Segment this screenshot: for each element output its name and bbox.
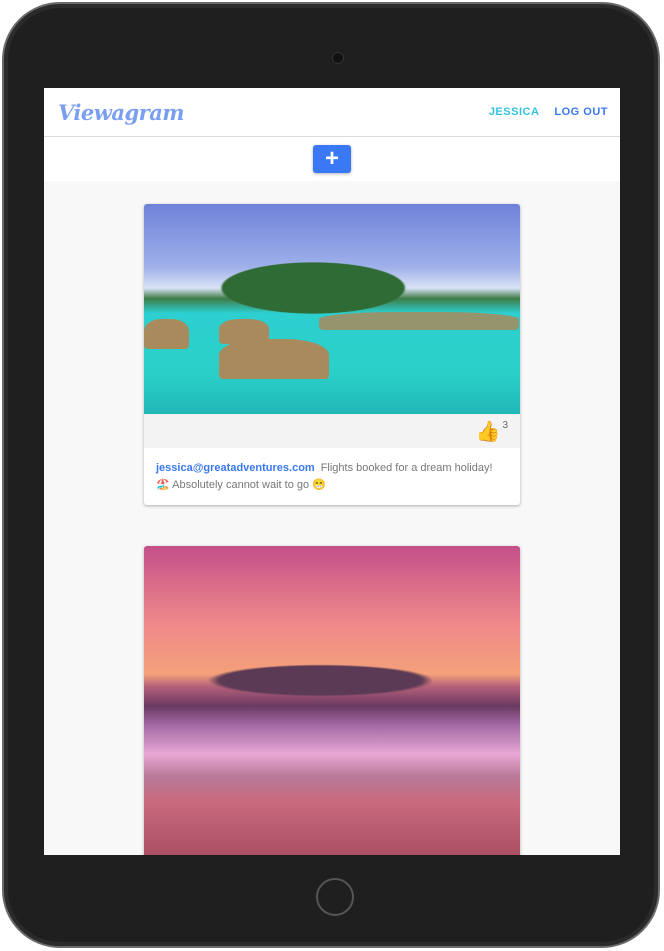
thumbs-up-icon[interactable]: 👍: [476, 419, 501, 444]
app-screen: Viewagram JESSICA LOG OUT + 👍 3 jessica@…: [44, 88, 620, 855]
bungalow: [144, 319, 189, 349]
like-count: 3: [502, 420, 508, 431]
post-image[interactable]: [144, 546, 520, 855]
plus-icon: +: [324, 145, 339, 172]
home-button[interactable]: [316, 878, 354, 916]
post-caption: jessica@greatadventures.com Flights booke…: [144, 448, 520, 505]
user-link[interactable]: JESSICA: [489, 106, 540, 118]
nav-links: JESSICA LOG OUT: [489, 106, 608, 118]
logout-button[interactable]: LOG OUT: [554, 106, 608, 118]
bungalow-row: [319, 312, 519, 330]
bungalow: [219, 319, 269, 344]
bungalow: [219, 339, 329, 379]
likes-bar: 👍 3: [144, 414, 520, 448]
app-logo[interactable]: Viewagram: [58, 100, 185, 125]
add-post-button[interactable]: +: [313, 145, 351, 173]
post-image[interactable]: [144, 204, 520, 414]
post-author[interactable]: jessica@greatadventures.com: [156, 462, 315, 474]
app-bar: Viewagram JESSICA LOG OUT: [44, 88, 620, 137]
post-card: [144, 546, 520, 855]
post-card: 👍 3 jessica@greatadventures.com Flights b…: [144, 204, 520, 505]
add-bar: +: [44, 137, 620, 181]
camera: [332, 52, 344, 64]
